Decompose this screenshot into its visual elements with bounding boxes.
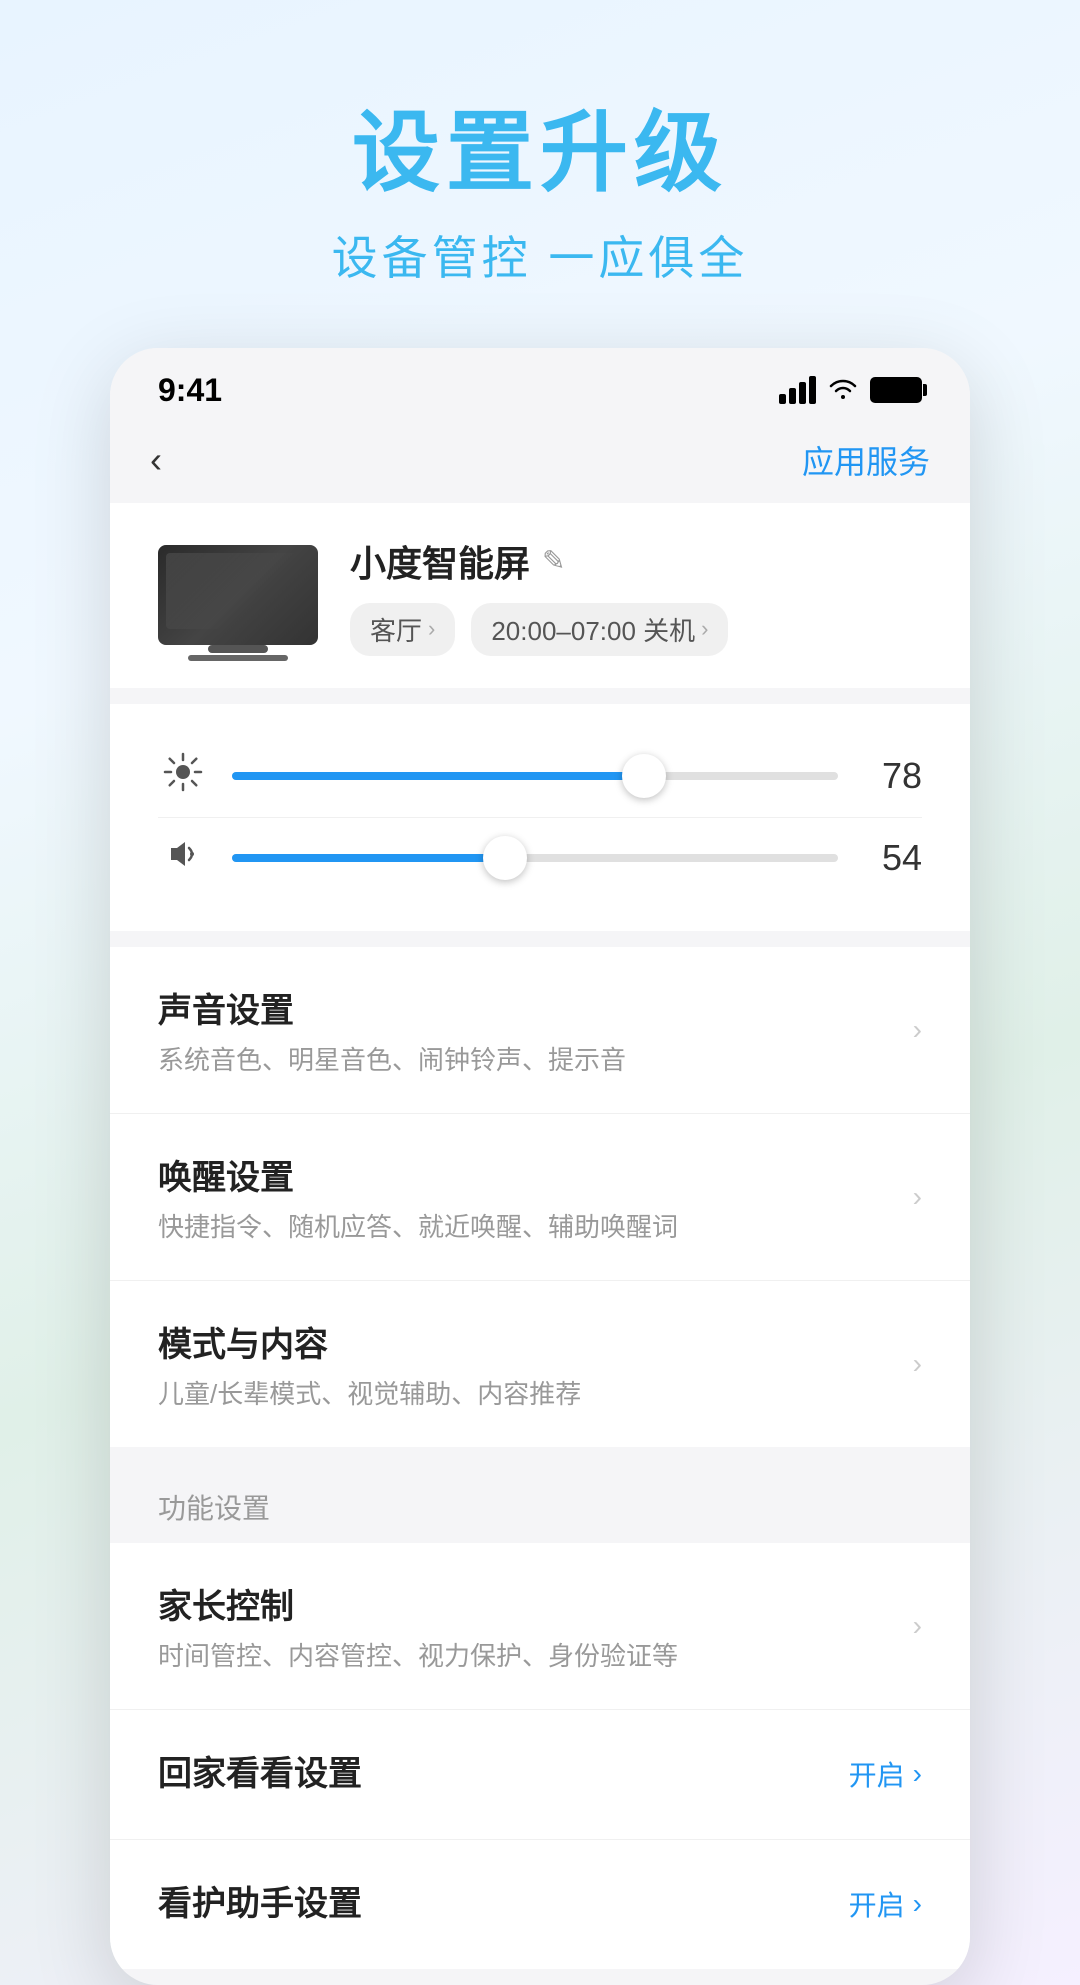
brightness-track[interactable] xyxy=(232,772,838,780)
volume-thumb[interactable] xyxy=(483,836,527,880)
sound-settings-title: 声音设置 xyxy=(158,983,897,1032)
parental-control-arrow: › xyxy=(913,1610,922,1642)
care-assistant-title: 看护助手设置 xyxy=(158,1876,849,1925)
function-settings-card: 家长控制 时间管控、内容管控、视力保护、身份验证等 › 回家看看设置 开启 › … xyxy=(110,1543,970,1969)
wakeup-settings-item[interactable]: 唤醒设置 快捷指令、随机应答、就近唤醒、辅助唤醒词 › xyxy=(110,1114,970,1281)
brightness-icon xyxy=(158,752,208,801)
home-view-content: 回家看看设置 xyxy=(158,1746,849,1803)
wakeup-settings-arrow: › xyxy=(913,1181,922,1213)
status-icons xyxy=(779,375,922,406)
volume-track[interactable] xyxy=(232,854,838,862)
settings-card: 声音设置 系统音色、明星音色、闹钟铃声、提示音 › 唤醒设置 快捷指令、随机应答… xyxy=(110,947,970,1447)
care-assistant-arrow: › xyxy=(913,1888,922,1920)
phone-mockup: 9:41 ‹ 应用服务 xyxy=(110,348,970,1985)
wakeup-settings-title: 唤醒设置 xyxy=(158,1150,897,1199)
wakeup-settings-content: 唤醒设置 快捷指令、随机应答、就近唤醒、辅助唤醒词 xyxy=(158,1150,897,1244)
device-card: 小度智能屏 ✎ 客厅 › 20:00–07:00 关机 › xyxy=(110,503,970,688)
mode-settings-arrow: › xyxy=(913,1348,922,1380)
tag-arrow-location: › xyxy=(428,616,435,642)
mode-settings-item[interactable]: 模式与内容 儿童/长辈模式、视觉辅助、内容推荐 › xyxy=(110,1281,970,1447)
sound-settings-arrow: › xyxy=(913,1014,922,1046)
parental-control-item[interactable]: 家长控制 时间管控、内容管控、视力保护、身份验证等 › xyxy=(110,1543,970,1710)
brightness-value: 78 xyxy=(862,755,922,797)
location-tag[interactable]: 客厅 › xyxy=(350,603,455,656)
parental-control-desc: 时间管控、内容管控、视力保护、身份验证等 xyxy=(158,1636,897,1673)
parental-control-content: 家长控制 时间管控、内容管控、视力保护、身份验证等 xyxy=(158,1579,897,1673)
home-view-arrow: › xyxy=(913,1758,922,1790)
mode-settings-content: 模式与内容 儿童/长辈模式、视觉辅助、内容推荐 xyxy=(158,1317,897,1411)
mode-settings-title: 模式与内容 xyxy=(158,1317,897,1366)
sound-settings-content: 声音设置 系统音色、明星音色、闹钟铃声、提示音 xyxy=(158,983,897,1077)
sliders-card: 78 54 xyxy=(110,704,970,931)
home-view-status: 开启 › xyxy=(849,1754,922,1794)
nav-bar: ‹ 应用服务 xyxy=(110,421,970,503)
brightness-slider-row: 78 xyxy=(158,736,922,817)
device-name: 小度智能屏 xyxy=(350,535,530,587)
device-image xyxy=(158,545,318,645)
sound-settings-item[interactable]: 声音设置 系统音色、明星音色、闹钟铃声、提示音 › xyxy=(110,947,970,1114)
status-bar: 9:41 xyxy=(110,348,970,421)
brightness-fill xyxy=(232,772,644,780)
promo-section: 设置升级 设备管控 一应俱全 xyxy=(332,0,749,348)
promo-subtitle: 设备管控 一应俱全 xyxy=(332,222,749,288)
wifi-icon xyxy=(828,375,858,406)
device-name-row: 小度智能屏 ✎ xyxy=(350,535,922,587)
nav-action-button[interactable]: 应用服务 xyxy=(802,437,930,483)
home-view-item[interactable]: 回家看看设置 开启 › xyxy=(110,1710,970,1840)
section-label: 功能设置 xyxy=(110,1463,970,1543)
home-view-title: 回家看看设置 xyxy=(158,1746,849,1795)
device-info: 小度智能屏 ✎ 客厅 › 20:00–07:00 关机 › xyxy=(350,535,922,656)
signal-icon xyxy=(779,376,816,404)
volume-fill xyxy=(232,854,505,862)
schedule-tag[interactable]: 20:00–07:00 关机 › xyxy=(471,603,728,656)
sound-settings-desc: 系统音色、明星音色、闹钟铃声、提示音 xyxy=(158,1040,897,1077)
care-assistant-item[interactable]: 看护助手设置 开启 › xyxy=(110,1840,970,1969)
care-assistant-content: 看护助手设置 xyxy=(158,1876,849,1933)
device-tags: 客厅 › 20:00–07:00 关机 › xyxy=(350,603,922,656)
mode-settings-desc: 儿童/长辈模式、视觉辅助、内容推荐 xyxy=(158,1374,897,1411)
wakeup-settings-desc: 快捷指令、随机应答、就近唤醒、辅助唤醒词 xyxy=(158,1207,897,1244)
device-edit-icon[interactable]: ✎ xyxy=(542,544,565,577)
status-time: 9:41 xyxy=(158,372,222,409)
tag-arrow-schedule: › xyxy=(701,616,708,642)
battery-icon xyxy=(870,377,922,403)
care-assistant-status: 开启 › xyxy=(849,1884,922,1924)
volume-slider-row: 54 xyxy=(158,817,922,899)
volume-icon xyxy=(158,834,208,883)
parental-control-title: 家长控制 xyxy=(158,1579,897,1628)
promo-title: 设置升级 xyxy=(332,100,749,206)
brightness-thumb[interactable] xyxy=(622,754,666,798)
back-button[interactable]: ‹ xyxy=(150,439,162,481)
volume-value: 54 xyxy=(862,837,922,879)
